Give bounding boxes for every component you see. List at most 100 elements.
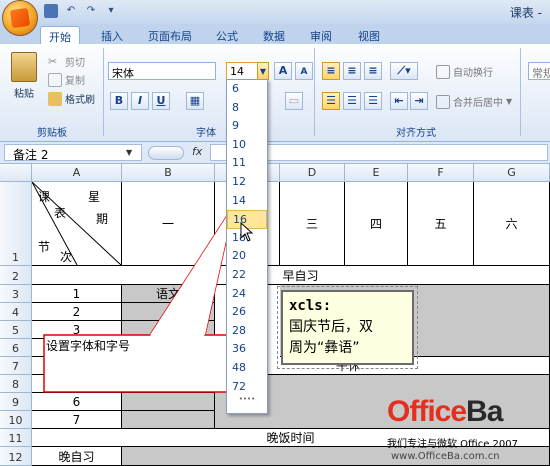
align-center-button[interactable]: ☰ [343,92,361,110]
font-size-option[interactable]: 11 [227,154,267,173]
select-all-corner[interactable] [0,164,32,182]
orientation-button[interactable]: ⟋▾ [390,62,418,80]
shrink-font-button[interactable]: A [295,62,313,80]
undo-icon[interactable]: ↶ [64,4,78,18]
period-cell[interactable]: 1 [32,285,122,303]
row-header[interactable]: 9 [0,393,32,411]
merge-center-button[interactable]: 合并后居中 ▼ [436,94,512,109]
wrap-text-button[interactable]: 自动换行 [436,64,493,79]
chevron-down-icon[interactable]: ▼ [126,148,132,157]
tab-home[interactable]: 开始 [40,26,80,44]
font-size-option[interactable]: 10 [227,136,267,155]
font-size-option[interactable]: 26 [227,303,267,322]
evening-study-cell[interactable]: 晚自习 [32,447,122,466]
align-middle-button[interactable]: ≡ [343,62,361,80]
column-header[interactable]: G [474,164,550,182]
redo-icon[interactable]: ↷ [84,4,98,18]
font-size-option[interactable]: 24 [227,285,267,304]
row-header[interactable]: 11 [0,429,32,447]
tab-view[interactable]: 视图 [350,26,388,44]
day-cell[interactable]: 四 [345,182,408,266]
column-header[interactable]: F [408,164,474,182]
number-format-select[interactable]: 常规 [528,62,550,80]
customize-qat-icon[interactable]: ▾ [104,4,118,18]
grow-font-button[interactable]: A [274,62,292,80]
bold-button[interactable]: B [110,92,128,110]
font-size-option[interactable]: 28 [227,322,267,341]
font-name-input[interactable]: 宋体 [108,62,216,80]
font-size-input[interactable]: 14 [226,62,258,80]
formula-bar-expander[interactable] [148,146,184,160]
font-size-option[interactable]: 6 [227,80,267,99]
day-cell[interactable]: 一 [122,182,215,266]
row-header[interactable]: 8 [0,375,32,393]
fx-icon[interactable]: fx [192,145,202,158]
day-cell[interactable]: 五 [408,182,474,266]
class-cell[interactable]: 语文 [122,285,215,303]
class-cell[interactable] [122,393,215,411]
column-header[interactable]: B [122,164,215,182]
day-cell[interactable]: 六 [474,182,550,266]
tab-page-layout[interactable]: 页面布局 [140,26,200,44]
align-top-button[interactable]: ≡ [322,62,340,80]
row-header[interactable]: 10 [0,411,32,429]
font-size-option[interactable]: 22 [227,266,267,285]
tab-review[interactable]: 审阅 [302,26,340,44]
office-button[interactable] [2,0,38,36]
class-cell[interactable] [122,303,215,321]
row-header[interactable]: 1 [0,182,32,266]
row-header[interactable]: 5 [0,321,32,339]
class-cell[interactable] [122,375,215,393]
column-header[interactable]: D [280,164,345,182]
font-size-option[interactable]: 72 [227,378,267,397]
font-size-option[interactable]: 20 [227,247,267,266]
period-cell[interactable]: 2 [32,303,122,321]
paste-button[interactable]: 粘贴 [8,52,40,100]
underline-button[interactable]: U [152,92,170,110]
name-box[interactable]: 备注 2 [4,144,142,162]
row-header[interactable]: 3 [0,285,32,303]
font-size-option[interactable]: 48 [227,359,267,378]
row-header[interactable]: 2 [0,266,32,285]
row-header[interactable]: 6 [0,339,32,357]
save-icon[interactable] [44,4,58,18]
period-cell[interactable]: 7 [32,411,122,429]
increase-indent-button[interactable]: ⇥ [410,92,428,110]
formula-bar-row: 备注 2 ▼ fx [0,142,550,164]
row-header[interactable]: 7 [0,357,32,375]
cut-button[interactable]: ✂ 剪切 [48,54,85,70]
tab-insert[interactable]: 插入 [93,26,131,44]
resize-grip-icon[interactable]: •••• [227,396,267,404]
column-header[interactable]: E [345,164,408,182]
copy-button[interactable]: 复制 [48,72,85,87]
morning-study-cell[interactable]: 早自习 [32,266,550,285]
class-cell[interactable] [122,411,215,429]
day-cell[interactable]: 三 [280,182,345,266]
table-header-corner-cell[interactable]: 课 表 星 期 节 次 [32,182,122,266]
period-cell[interactable]: 6 [32,393,122,411]
class-cell[interactable] [122,321,215,339]
row-header[interactable]: 4 [0,303,32,321]
font-size-option[interactable]: 9 [227,117,267,136]
font-size-option[interactable]: 14 [227,192,267,211]
cell-comment[interactable]: xcls: 国庆节后，双 周为“彝语” [281,290,414,365]
tab-formulas[interactable]: 公式 [208,26,246,44]
format-painter-button[interactable]: 格式刷 [48,91,95,106]
period-cell[interactable] [32,375,122,393]
font-size-option[interactable]: 12 [227,173,267,192]
decrease-indent-button[interactable]: ⇤ [390,92,408,110]
tab-data[interactable]: 数据 [255,26,293,44]
row-header[interactable]: 12 [0,447,32,466]
font-color-button[interactable]: ▭ [285,92,303,110]
font-size-dropdown[interactable]: 6 8 9 10 11 12 14 16 18 20 22 24 26 28 36 48 72 •••• [226,79,268,414]
italic-button[interactable]: I [131,92,149,110]
class-cell[interactable] [122,339,215,357]
font-size-option[interactable]: 8 [227,99,267,118]
borders-button[interactable]: ▦ [186,92,204,110]
font-size-dropdown-button[interactable]: ▼ [257,62,269,80]
font-size-option[interactable]: 36 [227,340,267,359]
align-right-button[interactable]: ☰ [364,92,382,110]
column-header[interactable]: A [32,164,122,182]
align-bottom-button[interactable]: ≡ [364,62,382,80]
align-left-button[interactable]: ☰ [322,92,340,110]
